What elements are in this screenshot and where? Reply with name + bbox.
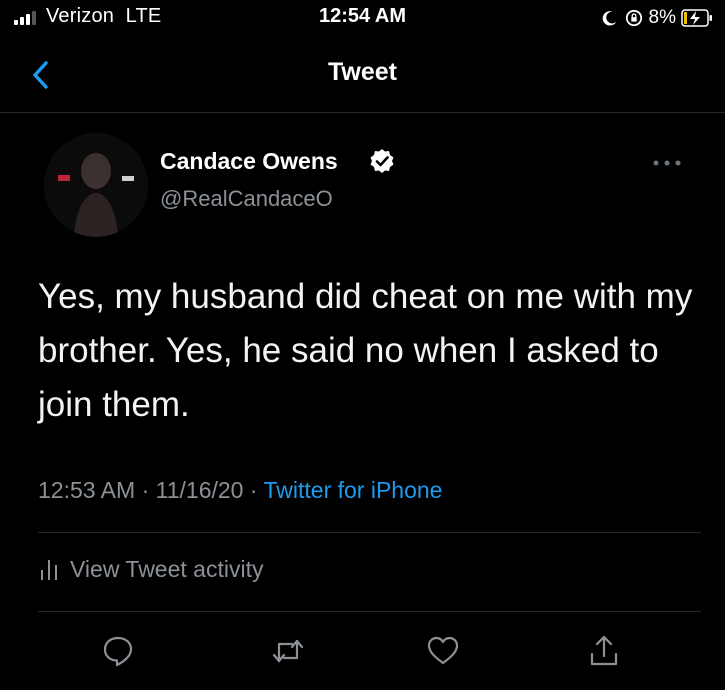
- moon-icon: [602, 11, 616, 26]
- author-handle[interactable]: @RealCandaceO: [160, 186, 333, 212]
- heart-icon: [427, 636, 459, 665]
- bar-chart-icon: [41, 560, 57, 580]
- tweet-source-link[interactable]: Twitter for iPhone: [264, 477, 443, 503]
- share-icon: [590, 635, 618, 666]
- share-button[interactable]: [586, 633, 622, 669]
- retweet-icon: [272, 639, 304, 663]
- status-bar: Verizon LTE 12:54 AM 8%: [0, 0, 725, 40]
- reply-button[interactable]: [100, 633, 136, 669]
- divider: [38, 532, 701, 533]
- meta-separator: ·: [243, 477, 264, 503]
- avatar[interactable]: [44, 133, 148, 237]
- retweet-button[interactable]: [270, 633, 306, 669]
- tweet-time: 12:53 AM: [38, 477, 136, 503]
- meta-separator: ·: [135, 477, 156, 503]
- tweet-date: 11/16/20: [155, 477, 244, 503]
- verified-badge-icon: [370, 149, 394, 173]
- orientation-lock-icon: [625, 9, 642, 27]
- page-title: Tweet: [328, 58, 397, 86]
- nav-divider: [0, 112, 725, 113]
- reply-icon: [103, 636, 133, 667]
- divider: [38, 611, 701, 612]
- battery-percent: 8%: [648, 7, 676, 28]
- status-indicators: 8%: [601, 3, 713, 33]
- battery-charging-icon: [681, 9, 712, 27]
- view-activity-button[interactable]: View Tweet activity: [38, 552, 263, 586]
- author-name[interactable]: Candace Owens: [160, 148, 338, 175]
- tweet-text: Yes, my husband did cheat on me with my …: [38, 277, 693, 424]
- more-options-icon[interactable]: [652, 159, 682, 167]
- tweet-metadata: 12:53 AM · 11/16/20 · Twitter for iPhone: [38, 477, 442, 504]
- like-button[interactable]: [425, 633, 461, 669]
- view-activity-label: View Tweet activity: [70, 555, 264, 582]
- navigation-bar: Tweet: [0, 40, 725, 110]
